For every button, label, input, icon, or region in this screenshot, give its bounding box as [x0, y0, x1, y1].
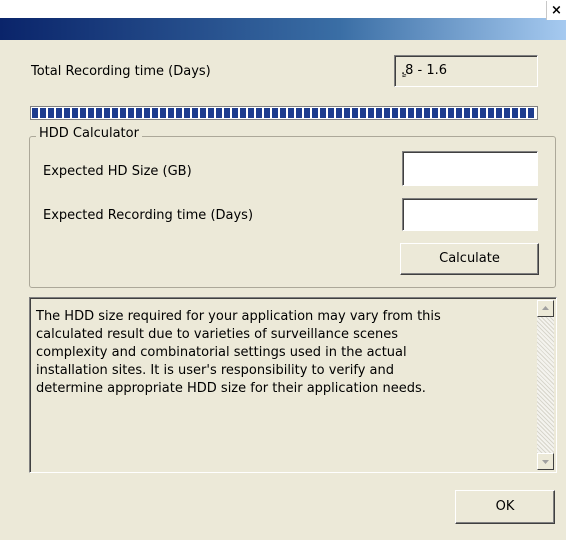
hdd-calculator-group-title: HDD Calculator [36, 126, 142, 141]
title-bar: Hard disk calculator × [0, 0, 566, 40]
recording-time-input[interactable] [402, 198, 538, 231]
hd-size-input[interactable] [402, 151, 538, 186]
notice-text-area[interactable]: The HDD size required for your applicati… [29, 297, 557, 473]
title-bar-strip [0, 18, 566, 40]
notice-scrollbar[interactable] [537, 300, 554, 470]
scroll-up-arrow-icon[interactable] [537, 300, 554, 317]
scroll-down-arrow-icon[interactable] [537, 453, 554, 470]
calculate-button[interactable]: Calculate [400, 243, 539, 275]
progress-bar-fill [32, 108, 536, 118]
ok-button[interactable]: OK [455, 490, 555, 524]
close-icon[interactable]: × [546, 1, 566, 20]
progress-bar [30, 106, 538, 120]
dialog-body: Total Recording time (Days) ٍ.8 - 1.6 HD… [0, 40, 566, 540]
total-recording-value: ٍ.8 - 1.6 [401, 63, 448, 78]
total-recording-value-field: ٍ.8 - 1.6 [394, 55, 538, 87]
notice-text: The HDD size required for your applicati… [36, 309, 441, 396]
hd-size-label: Expected HD Size (GB) [43, 164, 192, 179]
total-recording-label: Total Recording time (Days) [31, 64, 211, 79]
recording-time-label: Expected Recording time (Days) [43, 208, 254, 223]
hard-disk-calculator-window: Hard disk calculator × Total Recording t… [0, 0, 566, 540]
window-title: Hard disk calculator [6, 2, 142, 16]
